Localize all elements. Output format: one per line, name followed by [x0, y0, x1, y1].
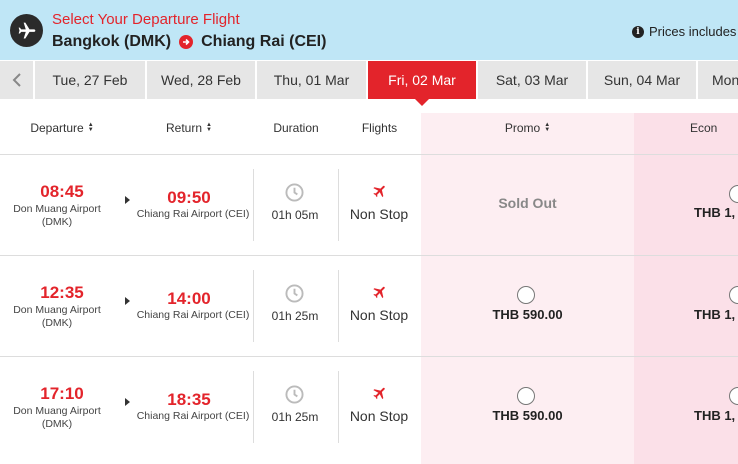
promo-sold-out: Sold Out	[498, 195, 557, 211]
route: Bangkok (DMK) Chiang Rai (CEI)	[52, 33, 326, 51]
departure-time: 12:35	[40, 283, 84, 302]
stops: Non Stop	[349, 408, 409, 424]
date-tab[interactable]: Mon	[698, 61, 738, 99]
economy-header: Econ	[690, 100, 738, 155]
page-title: Select Your Departure Flight	[52, 11, 240, 28]
divider	[253, 169, 254, 241]
airplane-icon	[10, 14, 43, 47]
promo-price: THB 590.00	[492, 408, 563, 423]
arrival-airport: Chiang Rai Airport (CEI)	[136, 410, 250, 422]
date-tab[interactable]: Wed, 28 Feb	[147, 61, 255, 99]
airplane-icon	[373, 286, 385, 299]
departure-airport-code: (DMK)	[41, 216, 73, 228]
date-tab[interactable]: Sat, 03 Mar	[478, 61, 586, 99]
arrival-time: 09:50	[167, 188, 211, 207]
stops: Non Stop	[349, 307, 409, 323]
divider	[338, 371, 339, 443]
sort-departure[interactable]: Departure ▲ ▼	[0, 100, 124, 155]
date-selector: Tue, 27 Feb Wed, 28 Feb Thu, 01 Mar Fri,…	[0, 60, 738, 106]
arrival-time: 14:00	[167, 289, 211, 308]
departure-time: 08:45	[40, 182, 84, 201]
economy-fare-radio[interactable]	[729, 387, 738, 405]
departure-airport: Don Muang Airport (DMK)	[0, 405, 114, 431]
clock-icon	[285, 284, 304, 303]
clock-icon	[285, 183, 304, 202]
arrow-right-icon	[179, 35, 194, 49]
date-tab-selected[interactable]: Fri, 02 Mar	[368, 61, 476, 106]
flight-row: 12:35 Don Muang Airport (DMK) 14:00 Chia…	[0, 256, 738, 357]
info-icon: i	[632, 25, 644, 38]
duration: 01h 25m	[271, 410, 319, 424]
economy-fare-radio[interactable]	[729, 185, 738, 203]
economy-price: THB 1,	[694, 205, 736, 220]
arrival-airport: Chiang Rai Airport (CEI)	[136, 208, 250, 220]
departure-airport-name: Don Muang Airport	[13, 203, 101, 215]
departure-airport-name: Don Muang Airport	[13, 405, 101, 417]
divider	[253, 270, 254, 342]
chevron-left-icon	[12, 73, 21, 87]
duration: 01h 25m	[271, 309, 319, 323]
return-header-label: Return	[166, 120, 203, 135]
departure-airport: Don Muang Airport (DMK)	[0, 304, 114, 330]
sort-icon: ▲ ▼	[544, 121, 551, 133]
price-info-text: Prices includes	[649, 24, 737, 39]
departure-time: 17:10	[40, 384, 84, 403]
origin-city: Bangkok (DMK)	[52, 33, 172, 50]
arrival-time: 18:35	[167, 390, 211, 409]
departure-airport: Don Muang Airport (DMK)	[0, 203, 114, 229]
promo-header-label: Promo	[504, 120, 541, 135]
economy-header-label: Econ	[690, 120, 718, 135]
airplane-icon	[373, 387, 385, 400]
divider	[338, 270, 339, 342]
economy-price: THB 1,	[694, 408, 736, 423]
flights-header-label: Flights	[361, 120, 398, 135]
departure-airport-code: (DMK)	[41, 317, 73, 329]
flights-header: Flights	[338, 100, 421, 155]
sort-return[interactable]: Return ▲ ▼	[124, 100, 254, 155]
clock-icon	[285, 385, 304, 404]
airplane-icon	[373, 185, 385, 198]
promo-price: THB 590.00	[492, 307, 563, 322]
flight-row: 08:45 Don Muang Airport (DMK) 09:50 Chia…	[0, 155, 738, 256]
date-tab[interactable]: Sun, 04 Mar	[588, 61, 696, 99]
date-tab[interactable]: Thu, 01 Mar	[257, 61, 366, 99]
destination-city: Chiang Rai (CEI)	[201, 33, 327, 50]
price-info[interactable]: i Prices includes	[632, 24, 736, 39]
sort-promo[interactable]: Promo ▲ ▼	[421, 100, 634, 155]
sort-icon: ▲ ▼	[87, 121, 94, 133]
departure-airport-code: (DMK)	[41, 418, 73, 430]
promo-fare-radio[interactable]	[517, 286, 535, 304]
economy-fare-radio[interactable]	[729, 286, 738, 304]
departure-airport-name: Don Muang Airport	[13, 304, 101, 316]
duration-header: Duration	[254, 100, 338, 155]
date-tab[interactable]: Tue, 27 Feb	[35, 61, 145, 99]
previous-dates-button[interactable]	[0, 61, 33, 99]
divider	[338, 169, 339, 241]
stops: Non Stop	[349, 206, 409, 222]
duration: 01h 05m	[271, 208, 319, 222]
economy-price: THB 1,	[694, 307, 736, 322]
sort-icon: ▲ ▼	[206, 121, 212, 133]
departure-header-label: Departure	[30, 120, 84, 135]
promo-fare-radio[interactable]	[517, 387, 535, 405]
duration-header-label: Duration	[273, 120, 319, 135]
divider	[253, 371, 254, 443]
flight-header: Select Your Departure Flight Bangkok (DM…	[0, 0, 738, 60]
flight-row: 17:10 Don Muang Airport (DMK) 18:35 Chia…	[0, 357, 738, 458]
arrival-airport: Chiang Rai Airport (CEI)	[136, 309, 250, 321]
